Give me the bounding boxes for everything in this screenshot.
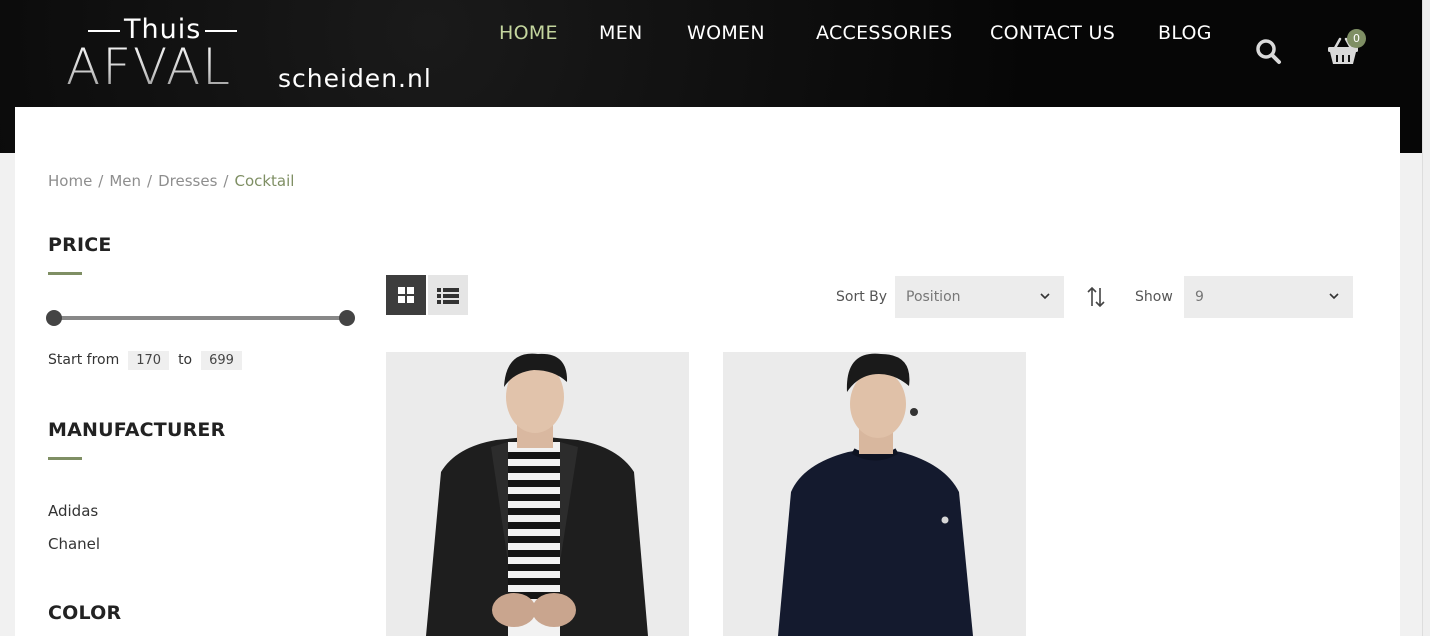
chevron-down-icon (1040, 293, 1050, 300)
grid-view-icon[interactable] (386, 275, 426, 315)
sort-by-label: Sort By (836, 289, 888, 305)
sort-direction-icon[interactable] (1086, 286, 1106, 308)
breadcrumb-current: Cocktail (234, 172, 295, 190)
price-filter-title: PRICE (48, 234, 112, 256)
breadcrumb: Home / Men / Dresses / Cocktail (48, 172, 295, 190)
manufacturer-title-underline (48, 457, 82, 460)
breadcrumb-home[interactable]: Home (48, 172, 92, 190)
page-scrollbar[interactable] (1422, 0, 1430, 636)
price-max-value: 699 (201, 350, 242, 370)
list-view-icon[interactable] (428, 275, 468, 315)
color-filter-title: COLOR (48, 602, 122, 624)
nav-contact-us[interactable]: CONTACT US (990, 22, 1115, 44)
logo-main-text: AFVAL (66, 38, 233, 96)
manufacturer-item-adidas[interactable]: Adidas (48, 502, 98, 520)
search-icon[interactable] (1254, 37, 1282, 65)
nav-women[interactable]: WOMEN (687, 22, 765, 44)
nav-blog[interactable]: BLOG (1158, 22, 1212, 44)
sort-by-select[interactable]: Position (895, 276, 1064, 318)
breadcrumb-dresses[interactable]: Dresses (158, 172, 217, 190)
price-slider-max-handle[interactable] (339, 310, 355, 326)
breadcrumb-men[interactable]: Men (109, 172, 141, 190)
price-range-row: Start from 170 to 699 (48, 349, 251, 371)
nav-accessories[interactable]: ACCESSORIES (816, 22, 952, 44)
product-image-sweater[interactable] (723, 352, 1026, 636)
price-slider-min-handle[interactable] (46, 310, 62, 326)
manufacturer-filter-title: MANUFACTURER (48, 419, 226, 441)
price-slider-track[interactable] (53, 316, 347, 320)
price-start-label: Start from (48, 352, 120, 368)
price-min-value: 170 (128, 350, 170, 370)
show-label: Show (1135, 289, 1173, 305)
nav-men[interactable]: MEN (599, 22, 643, 44)
sort-by-value: Position (906, 289, 961, 305)
cart-count-badge: 0 (1347, 29, 1366, 48)
price-title-underline (48, 272, 82, 275)
show-count-value: 9 (1195, 289, 1204, 305)
chevron-down-icon (1329, 293, 1339, 300)
product-image-blazer[interactable] (386, 352, 689, 636)
price-to-label: to (178, 352, 193, 368)
show-count-select[interactable]: 9 (1184, 276, 1353, 318)
manufacturer-item-chanel[interactable]: Chanel (48, 535, 100, 553)
logo-suffix-text: scheiden.nl (278, 64, 432, 93)
nav-home[interactable]: HOME (499, 22, 558, 44)
